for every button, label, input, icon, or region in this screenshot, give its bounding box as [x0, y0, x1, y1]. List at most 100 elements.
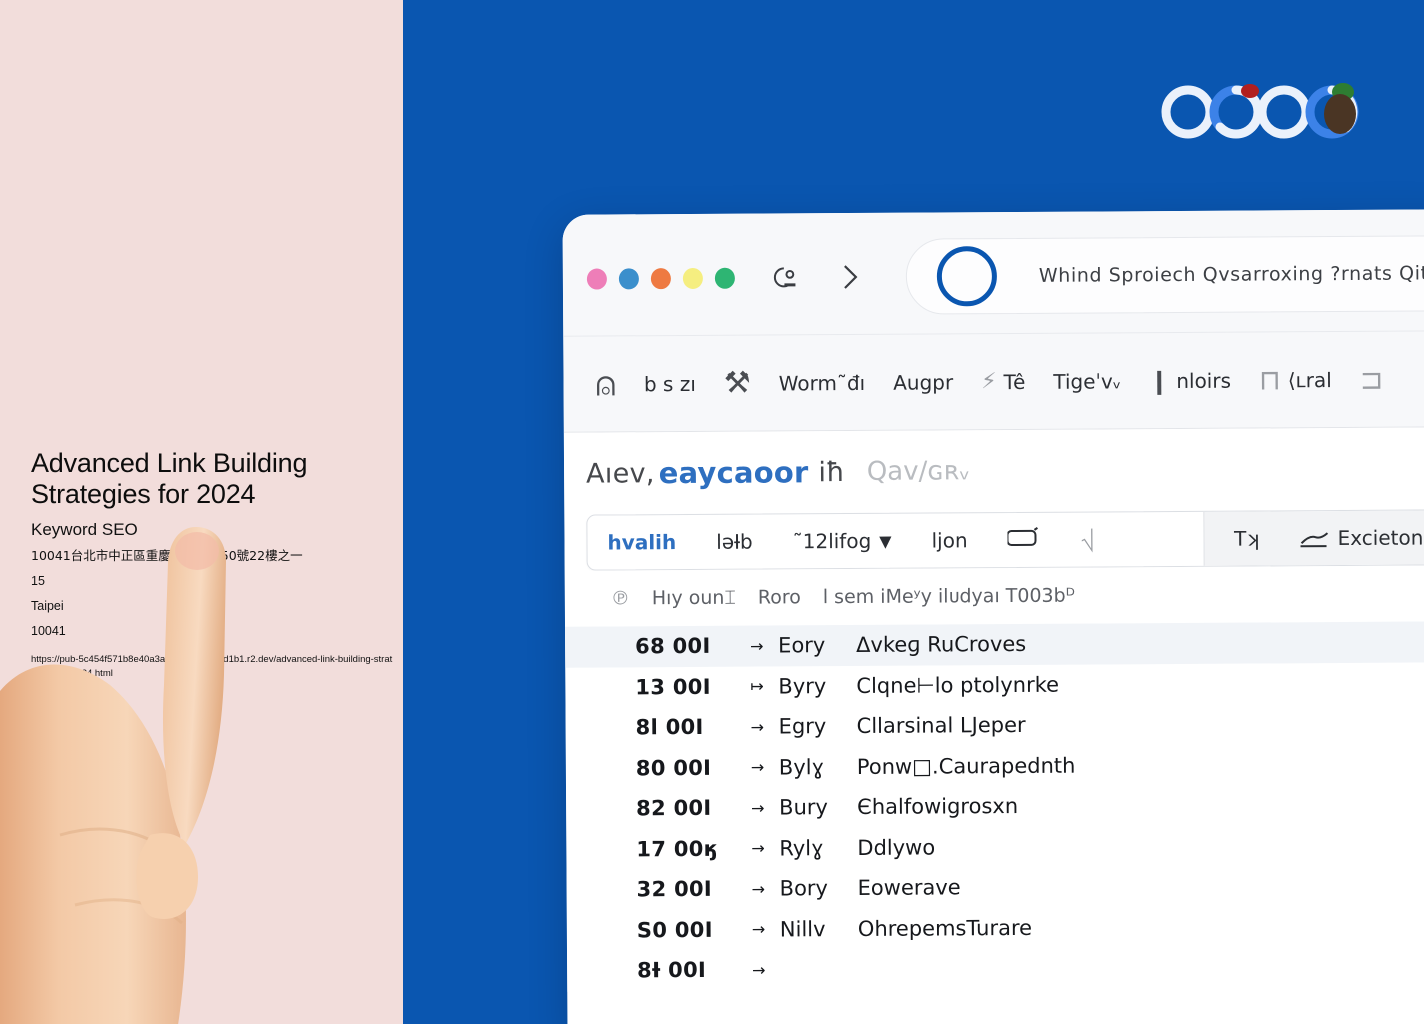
browser-nav-controls [769, 262, 867, 293]
trend-arrow-icon: → [751, 798, 765, 818]
meta-number: 15 [31, 574, 45, 588]
heading-suffix: iħ [818, 456, 845, 488]
meta-city: Taipei [31, 599, 64, 613]
sub-header-item-0[interactable]: Hıy oun⌶ [652, 587, 736, 610]
sidebar-content: Advanced Link Building Strategies for 20… [31, 448, 396, 753]
cell-volume: 8Ɨ 00Ӏ [637, 958, 707, 983]
toolbar-item-3[interactable]: Worm˜đı [765, 370, 880, 395]
table-row[interactable]: 8Ɨ 00Ӏ → [567, 945, 1424, 991]
cell-term: Ddlywo [857, 835, 936, 860]
filter-item-export[interactable]: Excietonʟ [1280, 525, 1424, 550]
window-dot-orange[interactable] [650, 268, 671, 290]
filter-item-region[interactable]: lǝƗb [696, 529, 773, 554]
content-heading: Aıev, eaycaoor iħ Qav∕ɢʀᵥ [563, 427, 1424, 515]
cell-volume: 13 00Ӏ [635, 674, 711, 700]
trend-arrow-icon: → [751, 879, 766, 899]
table-row[interactable]: 13 00Ӏ ↦ Byry Clqne⊢lo ptolynrke [565, 662, 1424, 708]
logo-accent-brown [1324, 94, 1356, 134]
trend-arrow-icon: → [750, 636, 764, 656]
cell-term: Δvkeɡ RuCroves [856, 632, 1027, 658]
toolbar-item-1[interactable]: b s zı [630, 371, 710, 395]
filter-item-column[interactable]: ⎷ [1062, 527, 1115, 552]
trend-arrow-icon: → [752, 960, 766, 980]
filter-bar-right-group[interactable]: Tʞ Excietonʟ [1202, 510, 1424, 566]
logo-accent-red [1241, 84, 1259, 98]
account-search-icon[interactable] [769, 262, 803, 292]
table-row[interactable]: 17 00ӄ → Rylɣ Ddlywo [566, 824, 1424, 870]
toolbar-item-5[interactable]: ⚡ Tê [967, 369, 1039, 394]
omnibox-ring-icon [936, 246, 998, 307]
filter-item-lion[interactable]: ljon [911, 528, 987, 552]
trend-arrow-icon: ↦ [750, 676, 764, 696]
tag-seo[interactable]: seo [52, 717, 396, 729]
toolbar-item-2[interactable]: ⚒ [710, 366, 765, 401]
bubble-icon [1007, 527, 1039, 547]
toolbar-item-label-7: nloirs [1176, 368, 1232, 393]
source-url[interactable]: https://pub-5c454f571b8e40a3a2aad27ade84… [31, 653, 393, 681]
window-dot-pink[interactable] [586, 268, 607, 290]
table-row[interactable]: 82 00Ӏ → Bury Єhalfowigrosxn [566, 783, 1424, 829]
cell-volume: S0 00Ӏ [636, 917, 713, 943]
table-row[interactable]: S0 00Ӏ → Nillᴠ OhrepemsTurare [567, 905, 1424, 951]
chevron-right-icon[interactable] [833, 262, 867, 292]
trend-arrow-icon: → [751, 919, 766, 939]
sort-icon[interactable]: ℗ [611, 587, 630, 609]
window-dot-blue[interactable] [618, 268, 639, 290]
meta-postal-code: 10041 [31, 624, 66, 638]
trend-arrow-icon: → [750, 757, 765, 777]
window-dot-green[interactable] [714, 267, 735, 289]
window-controls[interactable] [586, 267, 735, 290]
toolbar-item-6[interactable]: Tigeˈvᵥ [1039, 369, 1135, 394]
cell-volume: 82 00Ӏ [636, 796, 712, 821]
filter-bar[interactable]: hvalih lǝƗb ˜12lifog ▼ ljon ⎷ Tʞ Excieto… [586, 509, 1424, 571]
text-size-icon-label: Tʞ [1233, 526, 1260, 551]
toolbar-item-9[interactable]: ⊐ [1346, 363, 1398, 396]
toolbar-item-label-8: ⟨ʟral [1287, 367, 1332, 392]
cell-term: Cllarsinal LJeper [856, 713, 1026, 739]
cell-kd: Eory [778, 633, 826, 658]
cell-kd: Bylɣ [778, 754, 825, 780]
toolbar-item-label-5: Tê [1003, 369, 1026, 394]
browser-title-bar: Whind Sproiech Qvsarroxing ?rnats Qitl ˮ… [562, 209, 1424, 337]
toolbar-item-label-4: Augpr [893, 369, 954, 395]
app-toolbar[interactable]: ⍝ b s zı ⚒ Worm˜đı Augpr ⚡ Tê Tigeˈvᵥ ❙ … [563, 331, 1424, 433]
table-row[interactable]: 8l 00Ӏ → Egry Cllarsinal LJeper [566, 702, 1424, 748]
heading-highlight: eaycaoor [658, 455, 809, 491]
filter-item-dropdown[interactable]: ˜12lifog ▼ [773, 529, 912, 554]
cell-term: Єhalfowigrosxn [857, 794, 1019, 820]
toolbar-item-8[interactable]: ⊓ ⟨ʟral [1245, 363, 1346, 397]
sub-header-item-2[interactable]: l sem iMeʸy ilᴜdyaı T003bᴰ [823, 585, 1075, 609]
filter-item-textsize[interactable]: Tʞ [1214, 526, 1280, 551]
cell-volume: 32 00Ӏ [636, 877, 713, 902]
table-row[interactable]: 68 00Ӏ → Eory Δvkeɡ RuCroves [565, 621, 1424, 668]
address-bar[interactable]: Whind Sproiech Qvsarroxing ?rnats Qitl ˮ… [905, 234, 1424, 315]
table-row[interactable]: 32 00Ӏ → Bory Eowerave [567, 864, 1424, 910]
page-subtitle: Keyword SEO [31, 520, 138, 539]
table-row[interactable]: 80 00Ӏ → Bylɣ Ponw□.Caurapednth [566, 743, 1424, 789]
toolbar-item-7[interactable]: ❙ nloirs [1135, 366, 1245, 395]
window-dot-yellow[interactable] [682, 267, 703, 290]
cell-kd: Byry [778, 673, 827, 699]
heading-muted: Qav∕ɢʀᵥ [866, 456, 971, 487]
trend-arrow-icon: → [750, 717, 765, 737]
filter-item-bubble[interactable] [988, 527, 1062, 553]
cell-volume: 17 00ӄ [636, 836, 718, 862]
image-placeholder-icon [51, 736, 69, 749]
export-label: Excietonʟ [1337, 525, 1424, 551]
filter-item-search[interactable]: hvalih [587, 530, 696, 555]
cell-kd: Egry [778, 714, 827, 739]
toolbar-item-label-6: Tigeˈvᵥ [1053, 368, 1122, 394]
toolbar-item-4[interactable]: Augpr [879, 370, 967, 395]
export-icon [1300, 532, 1329, 548]
tools-icon: ⚒ [723, 365, 751, 401]
cell-term: Ponw□.Caurapednth [856, 753, 1076, 779]
cell-kd: Rylɣ [779, 835, 824, 861]
page-title: Advanced Link Building Strategies for 20… [31, 448, 308, 509]
sub-header-item-1[interactable]: Roro [758, 586, 801, 608]
toolbar-item-0[interactable]: ⍝ [581, 364, 630, 404]
layout-right-icon: ⊐ [1359, 362, 1384, 396]
overview-panel-icon: ⍝ [595, 363, 617, 405]
bolt-icon: ⚡ [981, 369, 997, 395]
cell-volume: 8l 00Ӏ [635, 715, 704, 740]
brand-logo [1161, 83, 1359, 139]
